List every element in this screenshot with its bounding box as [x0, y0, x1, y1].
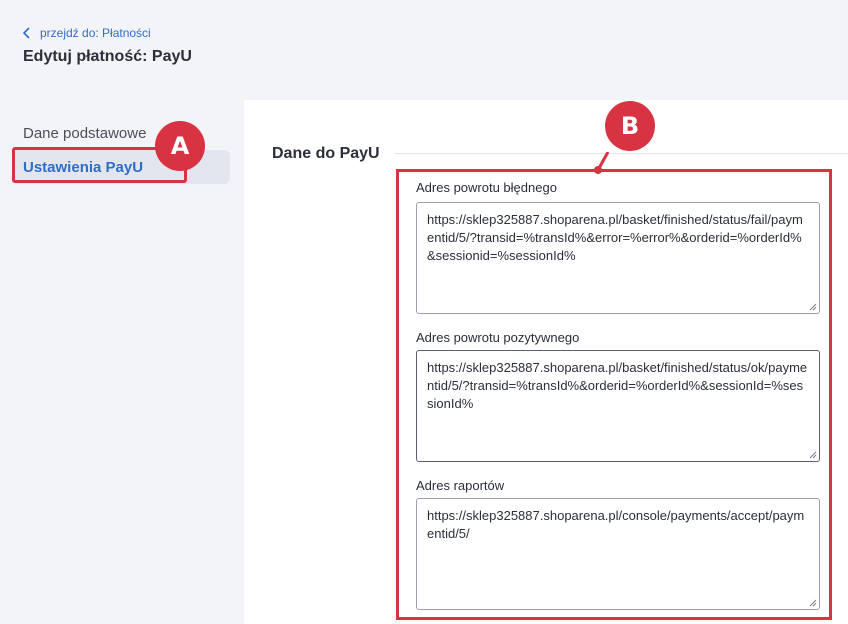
- success-return-url-label: Adres powrotu pozytywnego: [416, 330, 580, 345]
- reports-url-value: https://sklep325887.shoparena.pl/console…: [427, 508, 805, 541]
- sidebar-item-label: Dane podstawowe: [23, 124, 147, 142]
- section-title: Dane do PayU: [272, 145, 380, 162]
- success-return-url-value: https://sklep325887.shoparena.pl/basket/…: [427, 360, 808, 411]
- resize-grip-icon[interactable]: [807, 449, 817, 459]
- annotation-badge-b: B: [605, 101, 655, 151]
- chevron-left-icon: [22, 27, 30, 39]
- fail-return-url-label: Adres powrotu błędnego: [416, 180, 557, 195]
- fail-return-url-field[interactable]: https://sklep325887.shoparena.pl/basket/…: [416, 202, 820, 314]
- back-to-payments-link[interactable]: przejdź do: Płatności: [22, 26, 151, 40]
- reports-url-label: Adres raportów: [416, 478, 505, 493]
- resize-grip-icon[interactable]: [807, 301, 817, 311]
- reports-url-field[interactable]: https://sklep325887.shoparena.pl/console…: [416, 498, 820, 610]
- sidebar-item-label: Ustawienia PayU: [23, 158, 144, 176]
- annotation-badge-a: A: [155, 121, 205, 171]
- back-link-label: przejdź do: Płatności: [40, 26, 151, 40]
- page-title: Edytuj płatność: PayU: [23, 48, 192, 65]
- fail-return-url-value: https://sklep325887.shoparena.pl/basket/…: [427, 212, 803, 263]
- section-divider: [395, 153, 848, 154]
- success-return-url-field[interactable]: https://sklep325887.shoparena.pl/basket/…: [416, 350, 820, 462]
- resize-grip-icon[interactable]: [807, 597, 817, 607]
- annotation-pointer: [594, 152, 610, 174]
